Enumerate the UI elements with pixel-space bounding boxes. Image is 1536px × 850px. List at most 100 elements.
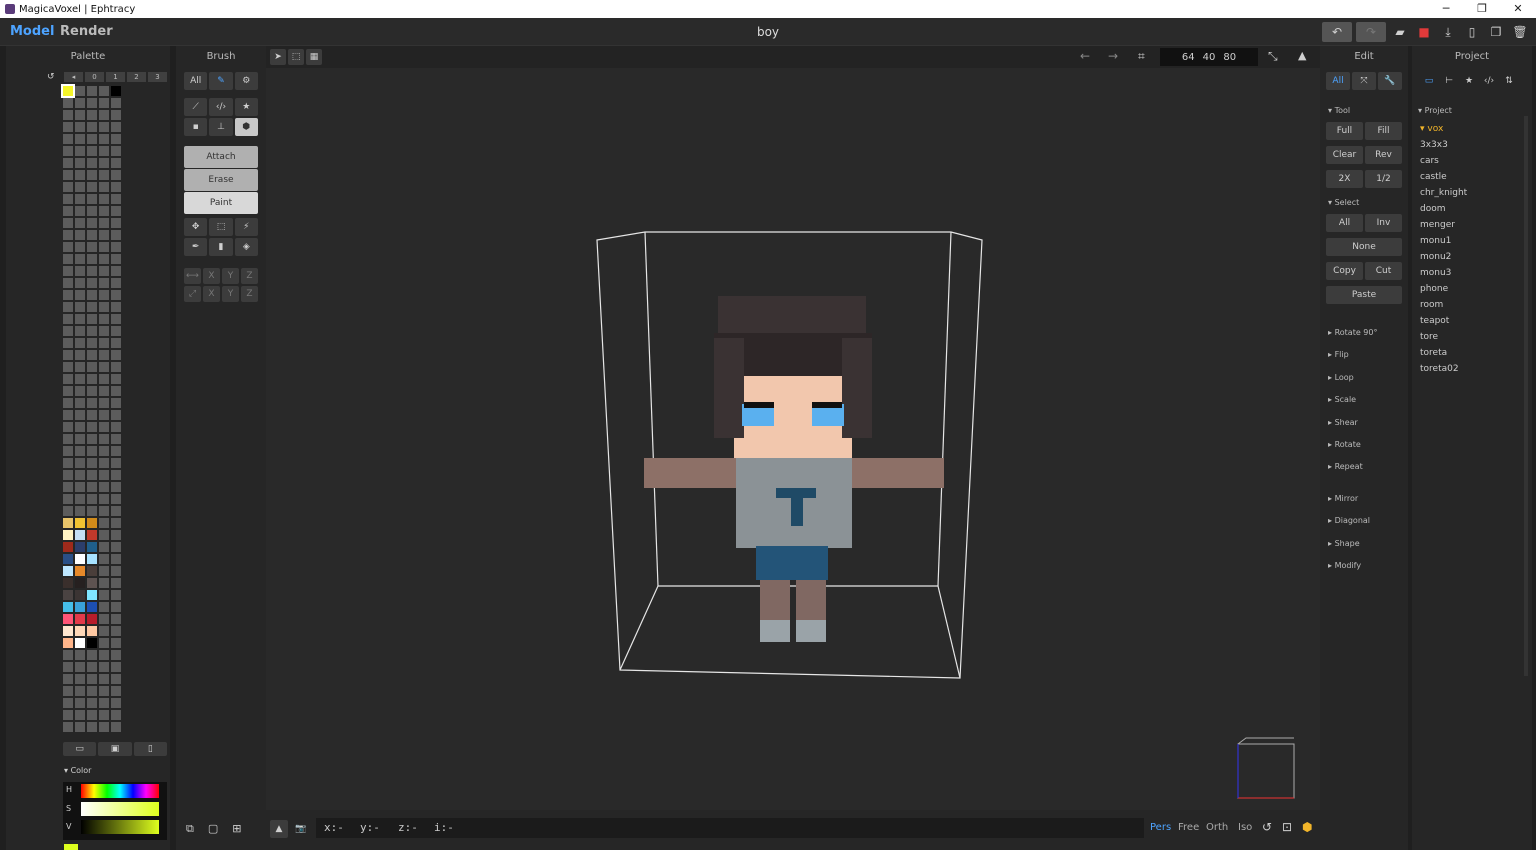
- palette-swatch[interactable]: [87, 242, 97, 252]
- palette-swatch[interactable]: [99, 314, 109, 324]
- palette-swatch[interactable]: [63, 110, 73, 120]
- tool-button[interactable]: 1/2: [1365, 170, 1402, 188]
- palette-swatch[interactable]: [63, 674, 73, 684]
- palette-swatch[interactable]: [63, 134, 73, 144]
- palette-swatch[interactable]: [75, 290, 85, 300]
- palette-swatch[interactable]: [87, 530, 97, 540]
- palette-swatch[interactable]: [63, 650, 73, 660]
- dim-y[interactable]: 40: [1203, 52, 1216, 63]
- palette-swatch[interactable]: [87, 614, 97, 624]
- palette-swatch[interactable]: [99, 518, 109, 528]
- palette-swatch[interactable]: [99, 530, 109, 540]
- box-brush-icon[interactable]: ⬢: [234, 118, 258, 136]
- project-item[interactable]: 3x3x3: [1420, 140, 1448, 150]
- save-icon[interactable]: ■: [1414, 22, 1434, 42]
- palette-swatch[interactable]: [87, 590, 97, 600]
- close-button[interactable]: ✕: [1500, 0, 1536, 18]
- palette-swatch[interactable]: [63, 638, 73, 648]
- palette-swatch[interactable]: [99, 266, 109, 276]
- palette-page-tab[interactable]: 2: [127, 72, 146, 82]
- palette-swatch[interactable]: [63, 398, 73, 408]
- palette-swatch[interactable]: [87, 362, 97, 372]
- palette-swatch[interactable]: [63, 446, 73, 456]
- palette-swatch[interactable]: [63, 530, 73, 540]
- edit-collapsed-section[interactable]: ▸ Flip: [1328, 350, 1349, 359]
- voxel-brush-icon[interactable]: ▪: [184, 118, 208, 136]
- palette-swatch[interactable]: [99, 566, 109, 576]
- palette-swatch[interactable]: [75, 710, 85, 720]
- delete-icon[interactable]: 🗑: [1510, 22, 1530, 42]
- project-item[interactable]: tore: [1420, 332, 1438, 342]
- palette-swatch[interactable]: [75, 650, 85, 660]
- palette-swatch[interactable]: [111, 182, 121, 192]
- pattern-star-icon[interactable]: ★: [234, 98, 258, 116]
- edit-collapsed-section[interactable]: ▸ Mirror: [1328, 494, 1358, 503]
- mode-pers[interactable]: Pers: [1150, 822, 1171, 833]
- frame-view-icon[interactable]: ⊡: [1282, 820, 1292, 834]
- star-icon[interactable]: ★: [1460, 72, 1478, 90]
- palette-swatch[interactable]: [99, 722, 109, 732]
- palette-swatch[interactable]: [61, 84, 75, 98]
- palette-swatch[interactable]: [75, 230, 85, 240]
- palette-swatch[interactable]: [75, 266, 85, 276]
- folder-icon[interactable]: ▭: [63, 742, 97, 756]
- palette-swatch[interactable]: [99, 614, 109, 624]
- palette-swatch[interactable]: [87, 674, 97, 684]
- palette-swatch[interactable]: [99, 98, 109, 108]
- palette-swatch[interactable]: [99, 458, 109, 468]
- duplicate-icon[interactable]: ❐: [1486, 22, 1506, 42]
- palette-swatch[interactable]: [75, 518, 85, 528]
- palette-swatch[interactable]: [63, 566, 73, 576]
- camera-icon[interactable]: 📷: [292, 820, 310, 838]
- palette-swatch[interactable]: [99, 362, 109, 372]
- palette-swatch[interactable]: [75, 434, 85, 444]
- collapse-icon[interactable]: ▲: [270, 820, 288, 838]
- palette-swatch[interactable]: [111, 614, 121, 624]
- palette-swatch[interactable]: [87, 518, 97, 528]
- code-brush-icon[interactable]: ‹/›: [209, 98, 233, 116]
- palette-swatch[interactable]: [99, 698, 109, 708]
- cut-button[interactable]: Cut: [1365, 262, 1402, 280]
- palette-swatch[interactable]: [111, 602, 121, 612]
- palette-swatch[interactable]: [63, 302, 73, 312]
- project-item[interactable]: teapot: [1420, 316, 1449, 326]
- palette-swatch[interactable]: [111, 458, 121, 468]
- mirror-axis-icon[interactable]: ⟷: [184, 268, 201, 284]
- palette-swatch[interactable]: [63, 374, 73, 384]
- palette-swatch[interactable]: [111, 242, 121, 252]
- palette-swatch[interactable]: [63, 338, 73, 348]
- palette-swatch[interactable]: [111, 194, 121, 204]
- palette-swatch[interactable]: [75, 182, 85, 192]
- palette-swatch[interactable]: [111, 698, 121, 708]
- folder-tab-icon[interactable]: ▭: [1420, 72, 1438, 90]
- palette-swatch[interactable]: [99, 410, 109, 420]
- axis2-y-button[interactable]: Y: [222, 286, 239, 302]
- palette-swatch[interactable]: [111, 590, 121, 600]
- viewport[interactable]: ➤ ⬚ ▦ ← → ⌗ 64 40 80 ⤡ ▲ ▲ 📷 x:- y:- z:-…: [266, 46, 1320, 850]
- palette-swatch[interactable]: [87, 542, 97, 552]
- palette-swatch[interactable]: [111, 650, 121, 660]
- mode-iso[interactable]: Iso: [1238, 822, 1252, 833]
- palette-swatch[interactable]: [63, 290, 73, 300]
- palette-swatch[interactable]: [99, 254, 109, 264]
- palette-swatch[interactable]: [63, 722, 73, 732]
- fit-icon[interactable]: ⤡: [1268, 49, 1278, 64]
- hue-slider[interactable]: [81, 784, 159, 798]
- palette-swatch[interactable]: [63, 242, 73, 252]
- palette-swatch[interactable]: [63, 386, 73, 396]
- palette-swatch[interactable]: [63, 362, 73, 372]
- code-icon[interactable]: ‹/›: [1480, 72, 1498, 90]
- paint-mode-button[interactable]: Paint: [184, 192, 258, 214]
- edit-collapsed-section[interactable]: ▸ Modify: [1328, 561, 1361, 570]
- palette-swatch[interactable]: [87, 662, 97, 672]
- select-box-icon[interactable]: ⬚: [209, 218, 233, 236]
- palette-swatch[interactable]: [63, 218, 73, 228]
- palette-swatch[interactable]: [75, 566, 85, 576]
- trash-icon[interactable]: ▮: [209, 238, 233, 256]
- palette-page-tab[interactable]: 3: [148, 72, 167, 82]
- palette-swatch[interactable]: [99, 290, 109, 300]
- palette-swatch[interactable]: [111, 146, 121, 156]
- paste-button[interactable]: Paste: [1326, 286, 1402, 304]
- minimize-button[interactable]: ─: [1428, 0, 1464, 18]
- palette-swatch[interactable]: [111, 710, 121, 720]
